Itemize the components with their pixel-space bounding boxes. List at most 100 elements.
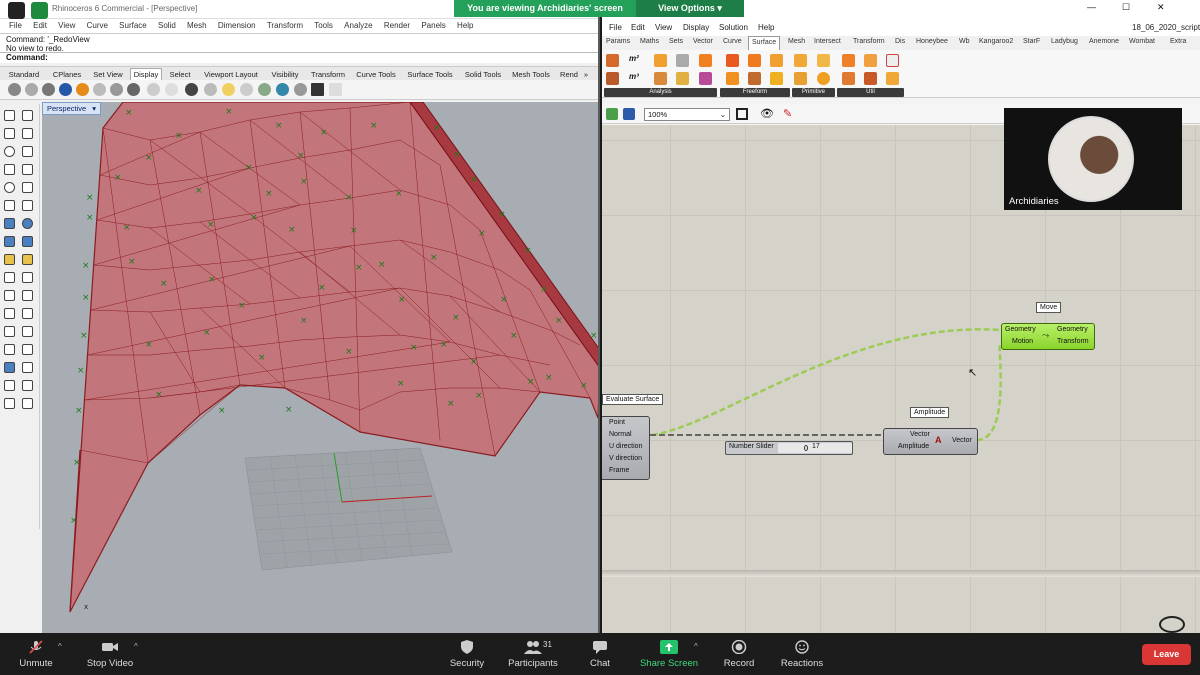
gh-menu-solution[interactable]: Solution — [719, 23, 748, 32]
gh-tab-ladybug[interactable]: Ladybug — [1051, 38, 1078, 45]
gh-tab-surface[interactable]: Surface — [748, 36, 781, 50]
sphere-gh-icon[interactable] — [817, 72, 830, 85]
dimension-icon[interactable] — [22, 362, 33, 373]
dimensions-icon[interactable] — [676, 72, 689, 85]
stop-video-button[interactable]: Stop Video — [82, 633, 138, 675]
rhino-menu-tools[interactable]: Tools — [314, 19, 333, 33]
output-transform[interactable]: Transform — [1057, 338, 1089, 345]
preview-eye-icon[interactable]: 👁 — [760, 107, 774, 120]
slider-handle[interactable] — [804, 445, 808, 451]
rhino-menu-dimension[interactable]: Dimension — [218, 19, 256, 33]
gh-tab-mesh[interactable]: Mesh — [788, 38, 805, 45]
offset-gh-icon[interactable] — [864, 72, 877, 85]
evaluate-icon[interactable] — [699, 54, 712, 67]
rail-icon[interactable] — [770, 72, 783, 85]
ground-plane-icon[interactable] — [276, 83, 289, 96]
gh-canvas-lower[interactable] — [602, 577, 1200, 633]
gh-menu-display[interactable]: Display — [683, 23, 709, 32]
video-options-chevron-icon[interactable]: ^ — [134, 642, 138, 651]
close-icon[interactable]: ✕ — [1157, 2, 1165, 13]
gh-tab-display[interactable]: Dis — [895, 38, 905, 45]
surface-icon[interactable] — [4, 200, 15, 211]
output-vector[interactable]: Vector — [952, 437, 972, 444]
open-icon[interactable] — [606, 108, 618, 120]
share-screen-button[interactable]: Share Screen — [638, 633, 700, 675]
wireframe-icon[interactable] — [8, 83, 21, 96]
output-point[interactable]: Point — [609, 419, 625, 426]
gh-menu-edit[interactable]: Edit — [631, 23, 645, 32]
volume-m3-icon[interactable]: m³ — [629, 72, 642, 85]
rhino-menu-help[interactable]: Help — [457, 19, 473, 33]
area-icon[interactable] — [606, 54, 619, 67]
render-mode-icon[interactable] — [147, 83, 160, 96]
join-icon[interactable] — [22, 290, 33, 301]
input-vector[interactable]: Vector — [910, 431, 930, 438]
output-normal[interactable]: Normal — [609, 431, 632, 438]
plane-surface-icon[interactable] — [817, 54, 830, 67]
rhino-menu-mesh[interactable]: Mesh — [187, 19, 207, 33]
gh-tab-honeybee[interactable]: Honeybee — [916, 38, 948, 45]
array-icon[interactable] — [4, 362, 15, 373]
extrude-icon[interactable] — [4, 272, 15, 283]
output-geometry[interactable]: Geometry — [1057, 326, 1088, 333]
explode-icon[interactable] — [4, 308, 15, 319]
rhino-menu-panels[interactable]: Panels — [421, 19, 445, 33]
point-icon[interactable] — [22, 110, 33, 121]
analyze-icon[interactable] — [22, 380, 33, 391]
trim-gh-icon[interactable] — [886, 54, 899, 67]
circle-icon[interactable] — [4, 146, 15, 157]
gh-tab-curve[interactable]: Curve — [723, 38, 742, 45]
split-icon[interactable] — [4, 290, 15, 301]
fillet-gh-icon[interactable] — [842, 72, 855, 85]
command-input[interactable]: Command: — [0, 52, 598, 63]
technical-icon[interactable] — [93, 83, 106, 96]
rhino-menu-solid[interactable]: Solid — [158, 19, 176, 33]
mesh-edit-icon[interactable] — [22, 254, 33, 265]
view-options-button[interactable]: View Options ▾ — [636, 0, 744, 17]
evaluate-surface-component[interactable]: Point Normal U direction V direction Fra… — [602, 416, 650, 480]
gh-tab-transform[interactable]: Transform — [853, 38, 885, 45]
divide-surface-icon[interactable] — [842, 54, 855, 67]
ribbon-group-util[interactable]: Util — [837, 88, 904, 97]
gh-tab-wombat[interactable]: Wombat — [1129, 38, 1155, 45]
trim-icon[interactable] — [22, 272, 33, 283]
amplitude-component[interactable]: Vector Amplitude A Vector — [883, 428, 978, 455]
share-options-chevron-icon[interactable]: ^ — [694, 642, 698, 651]
arc-icon[interactable] — [22, 146, 33, 157]
participants-button[interactable]: Participants — [505, 633, 561, 675]
box-primitive-icon[interactable] — [794, 54, 807, 67]
rhino-menu-view[interactable]: View — [58, 19, 75, 33]
paint-icon[interactable]: ✎ — [783, 107, 792, 120]
record-button[interactable]: Record — [718, 633, 760, 675]
zoom-level-select[interactable]: 100% ⌄ — [644, 108, 730, 121]
ribbon-group-freeform[interactable]: Freeform — [720, 88, 790, 97]
curvature-icon[interactable] — [699, 72, 712, 85]
rhino-menu-edit[interactable]: Edit — [33, 19, 47, 33]
leave-button[interactable]: Leave — [1142, 644, 1191, 665]
gh-menu-file[interactable]: File — [609, 23, 622, 32]
extrude-gh-icon[interactable] — [770, 54, 783, 67]
cylinder-icon[interactable] — [4, 236, 15, 247]
participant-video[interactable]: Archidiaries — [1004, 108, 1182, 210]
isotrim-icon[interactable] — [864, 54, 877, 67]
gh-tab-intersect[interactable]: Intersect — [814, 38, 841, 45]
unmute-button[interactable]: Unmute — [10, 633, 62, 675]
material-icon[interactable] — [240, 83, 253, 96]
sketch-icon[interactable] — [736, 108, 748, 120]
scale-icon[interactable] — [4, 344, 15, 355]
save-icon[interactable] — [623, 108, 635, 120]
network-icon[interactable] — [748, 72, 761, 85]
move-icon[interactable] — [4, 326, 15, 337]
loft-icon[interactable] — [22, 200, 33, 211]
gh-tab-vector[interactable]: Vector — [693, 38, 713, 45]
curve-icon[interactable] — [22, 128, 33, 139]
audio-options-chevron-icon[interactable]: ^ — [58, 642, 62, 651]
gh-menu-help[interactable]: Help — [758, 23, 774, 32]
area-m2-icon[interactable]: m² — [629, 54, 642, 67]
rectangle-icon[interactable] — [22, 164, 33, 175]
loft-gh-icon[interactable] — [726, 54, 739, 67]
security-button[interactable]: Security — [445, 633, 489, 675]
rhino-menu-surface[interactable]: Surface — [119, 19, 147, 33]
sweep-icon[interactable] — [748, 54, 761, 67]
gh-tab-anemone[interactable]: Anemone — [1089, 38, 1119, 45]
